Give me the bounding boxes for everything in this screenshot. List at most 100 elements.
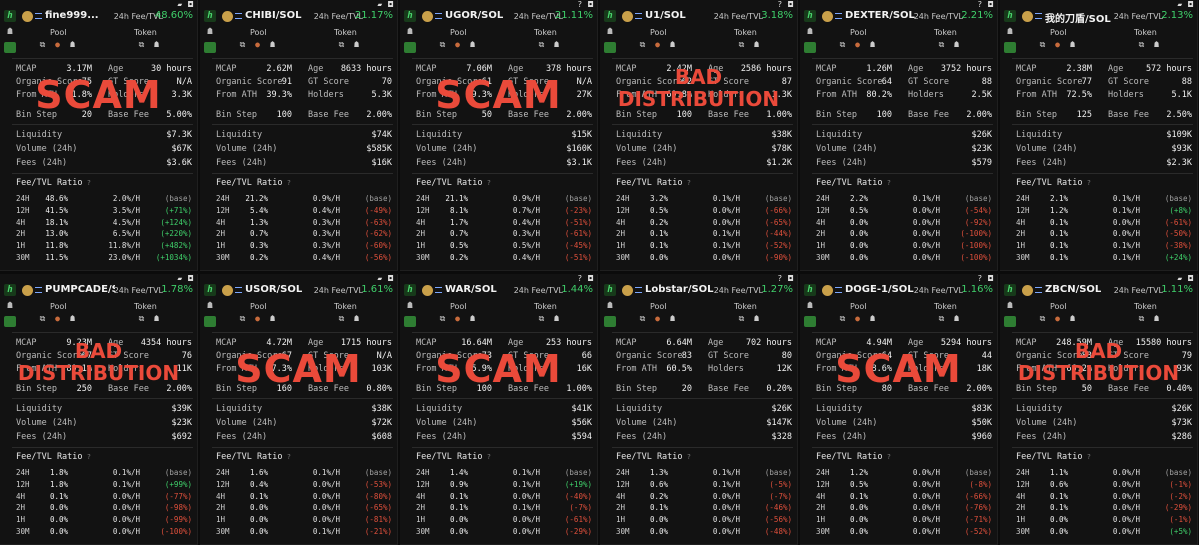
copy-icon[interactable]: ⧉ (937, 40, 946, 49)
chart-icon[interactable] (4, 316, 16, 327)
chart-icon[interactable] (1004, 42, 1016, 53)
question-icon[interactable]: ? (577, 0, 582, 10)
pool-card[interactable]: ▰ ◘ h 我的刀盾/SOL 24h Fee/TVL 2.13% ☗ Pool Token ⧉ ● ☗… (1000, 0, 1198, 271)
info-icon[interactable]: ? (683, 453, 691, 461)
camera-icon[interactable]: ◘ (988, 0, 993, 10)
chart-icon[interactable] (804, 316, 816, 327)
pill-icon[interactable]: ▰ (377, 0, 382, 10)
list-icon[interactable] (835, 13, 842, 19)
list-icon[interactable] (635, 287, 642, 293)
list-icon[interactable] (235, 287, 242, 293)
copy-icon[interactable]: ⧉ (537, 40, 546, 49)
bot-icon[interactable]: ☗ (404, 300, 416, 312)
exchange-logo-icon[interactable]: h (1004, 10, 1016, 22)
globe-icon[interactable]: ● (1053, 314, 1062, 323)
pool-card[interactable]: ? ◘ h DOGE-1/SOL 24h Fee/TVL 1.16% ☗ Pool Token ⧉… (800, 274, 998, 545)
pool-card[interactable]: ? ◘ h DEXTER/SOL 24h Fee/TVL 2.21% ☗ Pool Token ⧉… (800, 0, 998, 271)
list-icon[interactable] (1035, 287, 1042, 293)
list-icon[interactable] (435, 287, 442, 293)
bot-icon[interactable]: ☗ (752, 314, 761, 323)
bot-icon[interactable]: ☗ (404, 26, 416, 38)
pool-card[interactable]: ? ◘ h Lobstar/SOL 24h Fee/TVL 1.27% ☗ Pool Token… (600, 274, 798, 545)
copy-icon[interactable]: ⧉ (137, 40, 146, 49)
pool-card[interactable]: ? ◘ h U1/SOL 24h Fee/TVL 3.18% ☗ Pool Token ⧉ ● ☗ ⧉ ☗… (600, 0, 798, 271)
pool-card[interactable]: ▰◘hPUMPCADE/S...24h Fee/TVL1.78%☗PoolTok… (0, 274, 198, 545)
info-icon[interactable]: ? (283, 453, 291, 461)
info-icon[interactable]: ? (1083, 453, 1091, 461)
globe-icon[interactable]: ● (853, 314, 862, 323)
exchange-logo-icon[interactable]: h (4, 10, 16, 22)
copy-icon[interactable]: ⧉ (937, 314, 946, 323)
camera-icon[interactable]: ◘ (388, 0, 393, 10)
info-icon[interactable]: ? (83, 179, 91, 187)
camera-icon[interactable]: ◘ (788, 0, 793, 10)
globe-icon[interactable]: ● (53, 40, 62, 49)
info-icon[interactable]: ? (483, 179, 491, 187)
bot-icon[interactable]: ☗ (1152, 314, 1161, 323)
copy-icon[interactable]: ⧉ (638, 314, 647, 323)
globe-icon[interactable]: ● (453, 314, 462, 323)
list-icon[interactable] (235, 13, 242, 19)
globe-icon[interactable]: ● (653, 314, 662, 323)
globe-icon[interactable]: ● (653, 40, 662, 49)
question-icon[interactable]: ? (577, 274, 582, 284)
pool-card[interactable]: ? ◘ h UGOR/SOL 24h Fee/TVL 21.11% ☗ Pool Token ⧉ ●… (400, 0, 598, 271)
bot-icon[interactable]: ☗ (1068, 40, 1077, 49)
camera-icon[interactable]: ◘ (1188, 274, 1193, 284)
list-icon[interactable] (35, 13, 42, 19)
camera-icon[interactable]: ◘ (988, 274, 993, 284)
pill-icon[interactable]: ▰ (377, 274, 382, 284)
camera-icon[interactable]: ◘ (588, 0, 593, 10)
bot-icon[interactable]: ☗ (804, 26, 816, 38)
pool-card[interactable]: ? ◘ h WAR/SOL 24h Fee/TVL 1.44% ☗ Pool Token ⧉ ● ☗ ⧉… (400, 274, 598, 545)
bot-icon[interactable]: ☗ (4, 300, 16, 312)
copy-icon[interactable]: ⧉ (737, 40, 746, 49)
bot-icon[interactable]: ☗ (1004, 26, 1016, 38)
bot-icon[interactable]: ☗ (4, 26, 16, 38)
question-icon[interactable]: ? (977, 0, 982, 10)
bot-icon[interactable]: ☗ (604, 300, 616, 312)
info-icon[interactable]: ? (883, 179, 891, 187)
copy-icon[interactable]: ⧉ (1137, 314, 1146, 323)
globe-icon[interactable]: ● (853, 40, 862, 49)
copy-icon[interactable]: ⧉ (438, 40, 447, 49)
exchange-logo-icon[interactable]: h (1004, 284, 1016, 296)
bot-icon[interactable]: ☗ (604, 26, 616, 38)
bot-icon[interactable]: ☗ (1068, 314, 1077, 323)
copy-icon[interactable]: ⧉ (638, 40, 647, 49)
list-icon[interactable] (35, 287, 42, 293)
bot-icon[interactable]: ☗ (1004, 300, 1016, 312)
question-icon[interactable]: ? (777, 0, 782, 10)
camera-icon[interactable]: ◘ (1188, 0, 1193, 10)
globe-icon[interactable]: ● (253, 40, 262, 49)
copy-icon[interactable]: ⧉ (537, 314, 546, 323)
camera-icon[interactable]: ◘ (188, 0, 193, 10)
bot-icon[interactable]: ☗ (1152, 40, 1161, 49)
bot-icon[interactable]: ☗ (68, 314, 77, 323)
chart-icon[interactable] (1004, 316, 1016, 327)
info-icon[interactable]: ? (1083, 179, 1091, 187)
bot-icon[interactable]: ☗ (952, 40, 961, 49)
question-icon[interactable]: ? (777, 274, 782, 284)
exchange-logo-icon[interactable]: h (804, 284, 816, 296)
globe-icon[interactable]: ● (453, 40, 462, 49)
info-icon[interactable]: ? (483, 453, 491, 461)
chart-icon[interactable] (4, 42, 16, 53)
info-icon[interactable]: ? (83, 453, 91, 461)
bot-icon[interactable]: ☗ (952, 314, 961, 323)
bot-icon[interactable]: ☗ (268, 40, 277, 49)
pool-card[interactable]: ▰ ◘ h ZBCN/SOL 24h Fee/TVL 1.11% ☗ Pool Token ⧉ ● ☗… (1000, 274, 1198, 545)
copy-icon[interactable]: ⧉ (238, 40, 247, 49)
pool-card[interactable]: ▰ ◘ h USOR/SOL 24h Fee/TVL 1.61% ☗ Pool Token ⧉ ● ☗… (200, 274, 398, 545)
bot-icon[interactable]: ☗ (868, 40, 877, 49)
bot-icon[interactable]: ☗ (668, 314, 677, 323)
chart-icon[interactable] (804, 42, 816, 53)
globe-icon[interactable]: ● (1053, 40, 1062, 49)
bot-icon[interactable]: ☗ (468, 314, 477, 323)
exchange-logo-icon[interactable]: h (204, 284, 216, 296)
list-icon[interactable] (1035, 13, 1042, 19)
copy-icon[interactable]: ⧉ (1038, 314, 1047, 323)
chart-icon[interactable] (204, 316, 216, 327)
bot-icon[interactable]: ☗ (352, 40, 361, 49)
chart-icon[interactable] (204, 42, 216, 53)
